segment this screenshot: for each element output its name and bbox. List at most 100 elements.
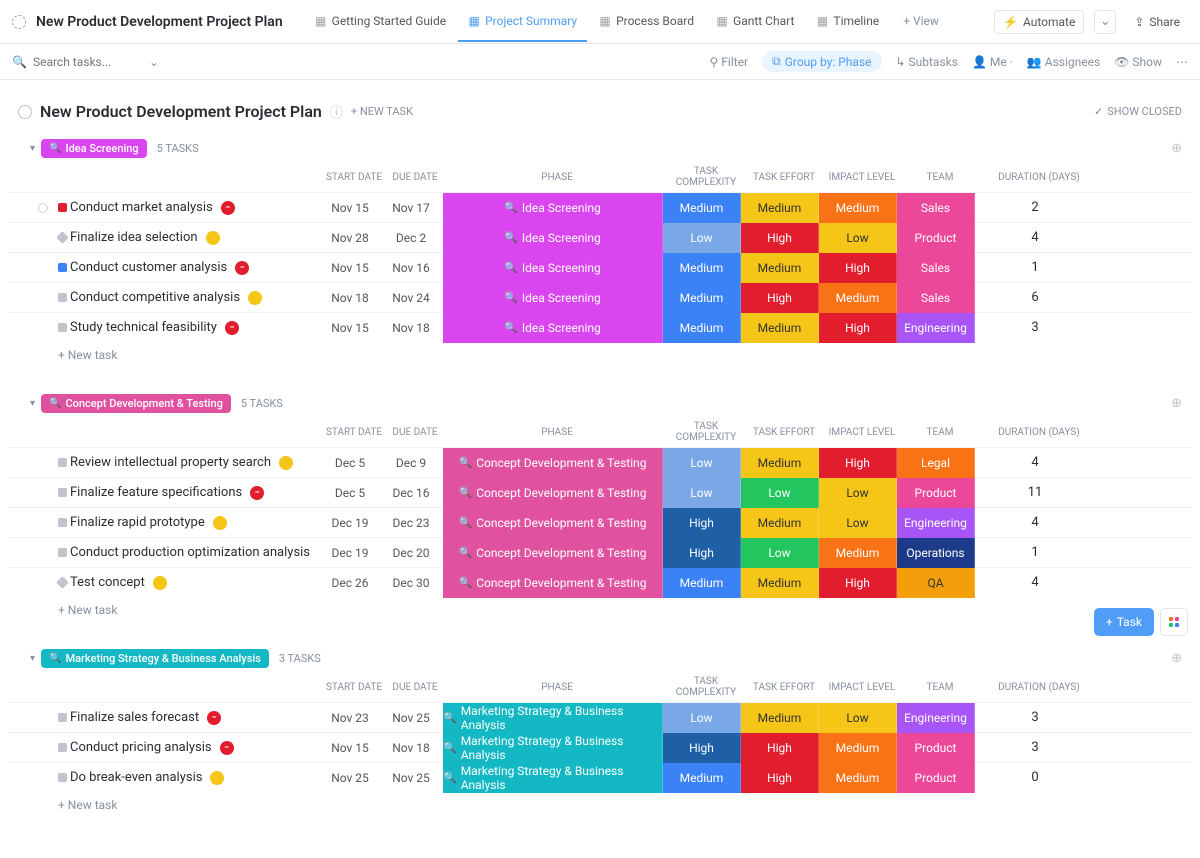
status-icon[interactable] <box>279 456 293 470</box>
new-task-floating-button[interactable]: + Task <box>1094 608 1154 636</box>
duration-cell[interactable]: 4 <box>975 515 1095 530</box>
complexity-cell[interactable]: Low <box>663 703 741 733</box>
phase-pill[interactable]: 🔍Marketing Strategy & Business Analysis <box>41 649 269 668</box>
col-effort[interactable]: TASK EFFORT <box>745 682 823 693</box>
phase-cell[interactable]: 🔍Idea Screening <box>443 283 663 313</box>
impact-cell[interactable]: Low <box>819 223 897 253</box>
table-row[interactable]: Finalize feature specifications−Dec 5Dec… <box>8 477 1192 507</box>
due-date[interactable]: Dec 16 <box>381 486 441 500</box>
col-duration[interactable]: DURATION (DAYS) <box>979 172 1099 183</box>
impact-cell[interactable]: High <box>819 568 897 598</box>
priority-icon[interactable] <box>58 263 67 272</box>
phase-cell[interactable]: 🔍Concept Development & Testing <box>443 508 663 538</box>
search-chevron-icon[interactable]: ⌄ <box>149 55 159 69</box>
team-cell[interactable]: Product <box>897 478 975 508</box>
start-date[interactable]: Nov 15 <box>319 201 381 215</box>
effort-cell[interactable]: Medium <box>741 703 819 733</box>
due-date[interactable]: Nov 24 <box>381 291 441 305</box>
tab-process-board[interactable]: ▦Process Board <box>589 2 704 42</box>
team-cell[interactable]: QA <box>897 568 975 598</box>
priority-icon[interactable] <box>58 458 67 467</box>
priority-icon[interactable] <box>58 743 67 752</box>
start-date[interactable]: Dec 19 <box>319 546 381 560</box>
col-effort[interactable]: TASK EFFORT <box>745 172 823 183</box>
effort-cell[interactable]: Medium <box>741 193 819 223</box>
complexity-cell[interactable]: Low <box>663 478 741 508</box>
duration-cell[interactable]: 0 <box>975 770 1095 785</box>
complexity-cell[interactable]: Low <box>663 448 741 478</box>
new-task-row[interactable]: + New task <box>8 597 1192 623</box>
col-complexity[interactable]: TASK COMPLEXITY <box>667 166 745 188</box>
due-date[interactable]: Nov 25 <box>381 711 441 725</box>
filter-button[interactable]: ⚲ Filter <box>710 55 749 69</box>
col-start-date[interactable]: START DATE <box>323 172 385 183</box>
start-date[interactable]: Dec 19 <box>319 516 381 530</box>
complexity-cell[interactable]: Medium <box>663 763 741 793</box>
phase-pill[interactable]: 🔍Concept Development & Testing <box>41 394 231 413</box>
info-icon[interactable]: ⓘ <box>330 102 343 121</box>
duration-cell[interactable]: 11 <box>975 485 1095 500</box>
effort-cell[interactable]: Medium <box>741 448 819 478</box>
col-duration[interactable]: DURATION (DAYS) <box>979 682 1099 693</box>
impact-cell[interactable]: High <box>819 253 897 283</box>
complexity-cell[interactable]: Medium <box>663 313 741 343</box>
effort-cell[interactable]: High <box>741 223 819 253</box>
phase-cell[interactable]: 🔍Idea Screening <box>443 193 663 223</box>
col-impact[interactable]: IMPACT LEVEL <box>823 682 901 693</box>
phase-cell[interactable]: 🔍Concept Development & Testing <box>443 538 663 568</box>
table-row[interactable]: Conduct customer analysis−Nov 15Nov 16🔍I… <box>8 252 1192 282</box>
phase-cell[interactable]: 🔍Idea Screening <box>443 223 663 253</box>
impact-cell[interactable]: Medium <box>819 763 897 793</box>
tab-gantt-chart[interactable]: ▦Gantt Chart <box>706 2 804 42</box>
tab-timeline[interactable]: ▦Timeline <box>806 2 889 42</box>
table-row[interactable]: Do break-even analysisNov 25Nov 25🔍Marke… <box>8 762 1192 792</box>
start-date[interactable]: Nov 15 <box>319 261 381 275</box>
status-icon[interactable]: − <box>207 711 221 725</box>
checkbox-icon[interactable] <box>38 203 48 213</box>
table-row[interactable]: Test conceptDec 26Dec 30🔍Concept Develop… <box>8 567 1192 597</box>
due-date[interactable]: Nov 25 <box>381 771 441 785</box>
col-phase[interactable]: PHASE <box>447 172 667 183</box>
phase-cell[interactable]: 🔍Idea Screening <box>443 313 663 343</box>
effort-cell[interactable]: Medium <box>741 508 819 538</box>
impact-cell[interactable]: Medium <box>819 193 897 223</box>
group-by-chip[interactable]: ⧉Group by: Phase <box>762 51 881 72</box>
phase-cell[interactable]: 🔍Idea Screening <box>443 253 663 283</box>
due-date[interactable]: Dec 9 <box>381 456 441 470</box>
complexity-cell[interactable]: Low <box>663 223 741 253</box>
complexity-cell[interactable]: High <box>663 508 741 538</box>
col-phase[interactable]: PHASE <box>447 682 667 693</box>
status-icon[interactable] <box>213 516 227 530</box>
phase-cell[interactable]: 🔍Marketing Strategy & Business Analysis <box>443 763 663 793</box>
phase-cell[interactable]: 🔍Concept Development & Testing <box>443 568 663 598</box>
col-start-date[interactable]: START DATE <box>323 682 385 693</box>
duration-cell[interactable]: 4 <box>975 230 1095 245</box>
me-button[interactable]: 👤 Me · <box>972 55 1013 69</box>
impact-cell[interactable]: Low <box>819 508 897 538</box>
table-row[interactable]: Study technical feasibility−Nov 15Nov 18… <box>8 312 1192 342</box>
team-cell[interactable]: Engineering <box>897 703 975 733</box>
collapse-icon[interactable]: ▾ <box>30 653 35 664</box>
phase-cell[interactable]: 🔍Marketing Strategy & Business Analysis <box>443 703 663 733</box>
search-input[interactable] <box>33 55 143 69</box>
team-cell[interactable]: Sales <box>897 253 975 283</box>
impact-cell[interactable]: High <box>819 448 897 478</box>
start-date[interactable]: Nov 28 <box>319 231 381 245</box>
duration-cell[interactable]: 1 <box>975 260 1095 275</box>
effort-cell[interactable]: Low <box>741 538 819 568</box>
col-effort[interactable]: TASK EFFORT <box>745 427 823 438</box>
priority-icon[interactable] <box>58 713 67 722</box>
team-cell[interactable]: Product <box>897 733 975 763</box>
status-icon[interactable]: − <box>235 261 249 275</box>
impact-cell[interactable]: Medium <box>819 733 897 763</box>
team-cell[interactable]: Engineering <box>897 508 975 538</box>
assignees-button[interactable]: 👥 Assignees <box>1027 55 1100 69</box>
priority-icon[interactable] <box>58 773 67 782</box>
status-icon[interactable]: − <box>221 201 235 215</box>
table-row[interactable]: Finalize rapid prototypeDec 19Dec 23🔍Con… <box>8 507 1192 537</box>
complexity-cell[interactable]: Medium <box>663 253 741 283</box>
complexity-cell[interactable]: Medium <box>663 193 741 223</box>
col-team[interactable]: TEAM <box>901 427 979 438</box>
col-due-date[interactable]: DUE DATE <box>385 682 445 693</box>
start-date[interactable]: Nov 15 <box>319 741 381 755</box>
